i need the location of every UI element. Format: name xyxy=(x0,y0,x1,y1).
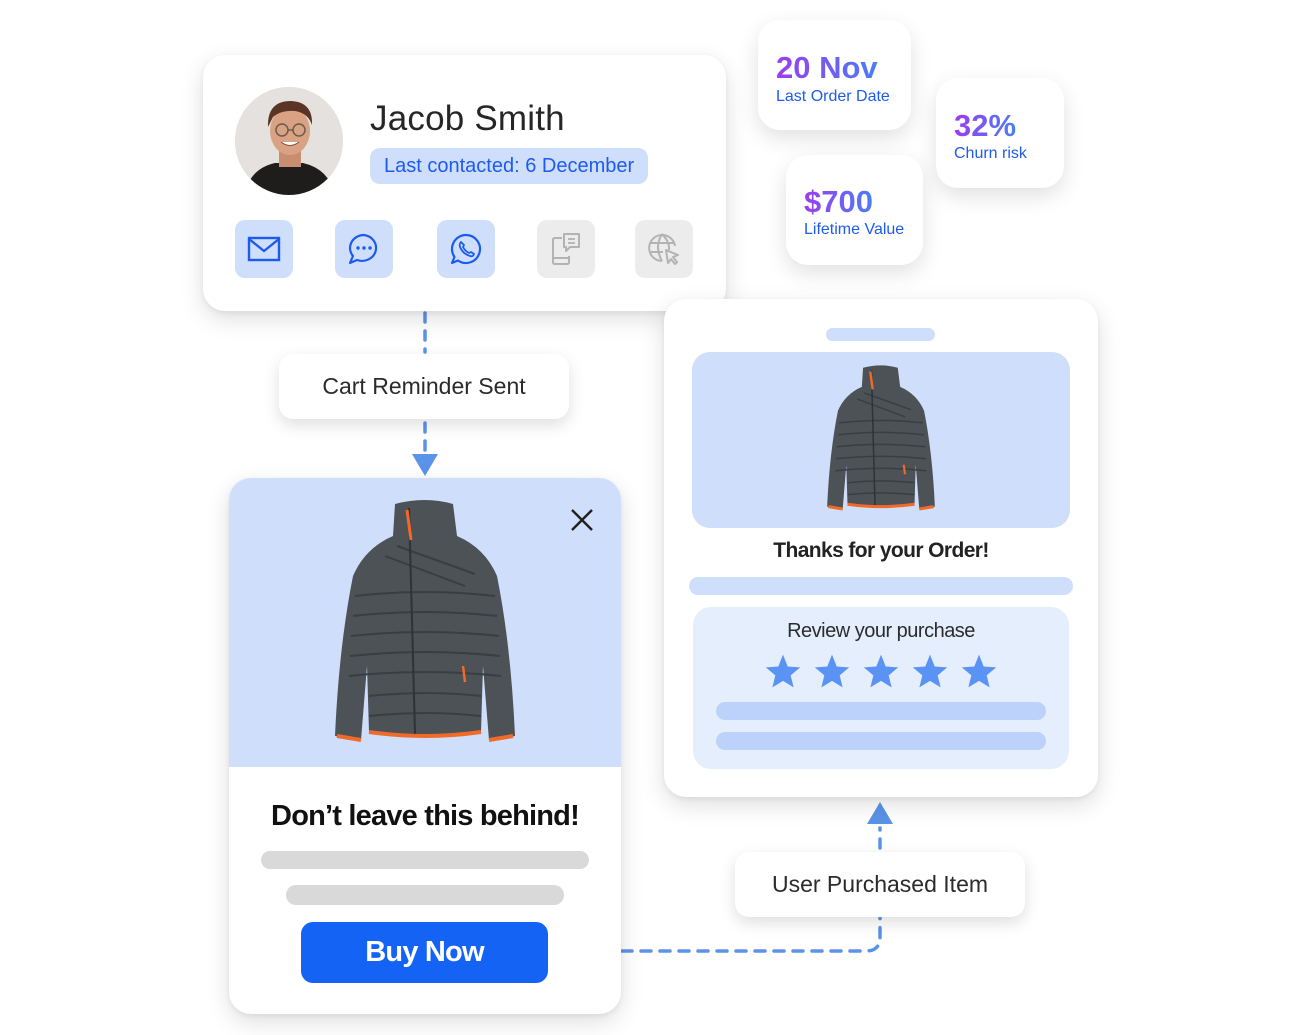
stat-value: $700 xyxy=(804,184,873,219)
text-placeholder-line xyxy=(261,851,589,869)
order-confirmation-card: Thanks for your Order! Review your purch… xyxy=(664,299,1098,797)
product-image-area xyxy=(692,352,1070,528)
globe-cursor-icon xyxy=(648,233,679,265)
phone-message-icon xyxy=(552,233,580,265)
stat-card-churn-risk: 32% Churn risk xyxy=(936,78,1064,188)
customer-name: Jacob Smith xyxy=(370,99,565,138)
puffer-jacket-image xyxy=(827,365,935,511)
stat-card-lifetime-value: $700 Lifetime Value xyxy=(786,155,923,265)
puffer-jacket-image xyxy=(335,500,515,742)
review-section: Review your purchase xyxy=(693,607,1069,769)
order-title: Thanks for your Order! xyxy=(773,539,989,562)
mail-icon xyxy=(247,236,281,262)
customer-profile-card: Jacob Smith Last contacted: 6 December xyxy=(203,55,726,311)
star-icon[interactable] xyxy=(911,653,949,689)
arrow-down-icon xyxy=(412,454,438,476)
channel-email-button[interactable] xyxy=(235,220,293,278)
person-photo-icon xyxy=(235,87,343,195)
avatar xyxy=(235,87,343,195)
connector-popup-to-purchase xyxy=(620,916,882,953)
star-icon[interactable] xyxy=(813,653,851,689)
channel-chat-button[interactable] xyxy=(335,220,393,278)
text-placeholder-line xyxy=(286,885,564,905)
stat-label: Lifetime Value xyxy=(804,221,905,238)
text-placeholder-line xyxy=(689,577,1073,595)
last-contacted-badge: Last contacted: 6 December xyxy=(370,148,649,184)
close-icon[interactable] xyxy=(569,507,595,533)
channel-sms-button[interactable] xyxy=(537,220,595,278)
buy-now-button[interactable]: Buy Now xyxy=(301,922,548,983)
cart-reminder-popup: Don’t leave this behind! Buy Now xyxy=(229,478,621,1014)
star-rating[interactable] xyxy=(693,653,1069,689)
review-placeholder-line xyxy=(716,732,1046,750)
channel-whatsapp-button[interactable] xyxy=(437,220,495,278)
channel-web-button[interactable] xyxy=(635,220,693,278)
stat-label: Churn risk xyxy=(954,145,1027,162)
review-placeholder-line xyxy=(716,702,1046,720)
stat-label: Last Order Date xyxy=(776,88,890,105)
review-title: Review your purchase xyxy=(787,620,975,642)
flow-step-cart-reminder: Cart Reminder Sent xyxy=(279,354,569,419)
star-icon[interactable] xyxy=(862,653,900,689)
stat-card-last-order: 20 Nov Last Order Date xyxy=(758,20,911,130)
product-image-area xyxy=(229,478,621,767)
header-placeholder-line xyxy=(826,328,935,341)
flow-step-user-purchased: User Purchased Item xyxy=(735,852,1025,917)
arrow-up-icon xyxy=(867,802,893,824)
popup-title: Don’t leave this behind! xyxy=(271,800,580,832)
stat-value: 32% xyxy=(954,108,1017,143)
star-icon[interactable] xyxy=(764,653,802,689)
chat-bubble-icon xyxy=(348,233,378,265)
star-icon[interactable] xyxy=(960,653,998,689)
whatsapp-icon xyxy=(450,233,482,265)
stat-value: 20 Nov xyxy=(776,50,878,85)
